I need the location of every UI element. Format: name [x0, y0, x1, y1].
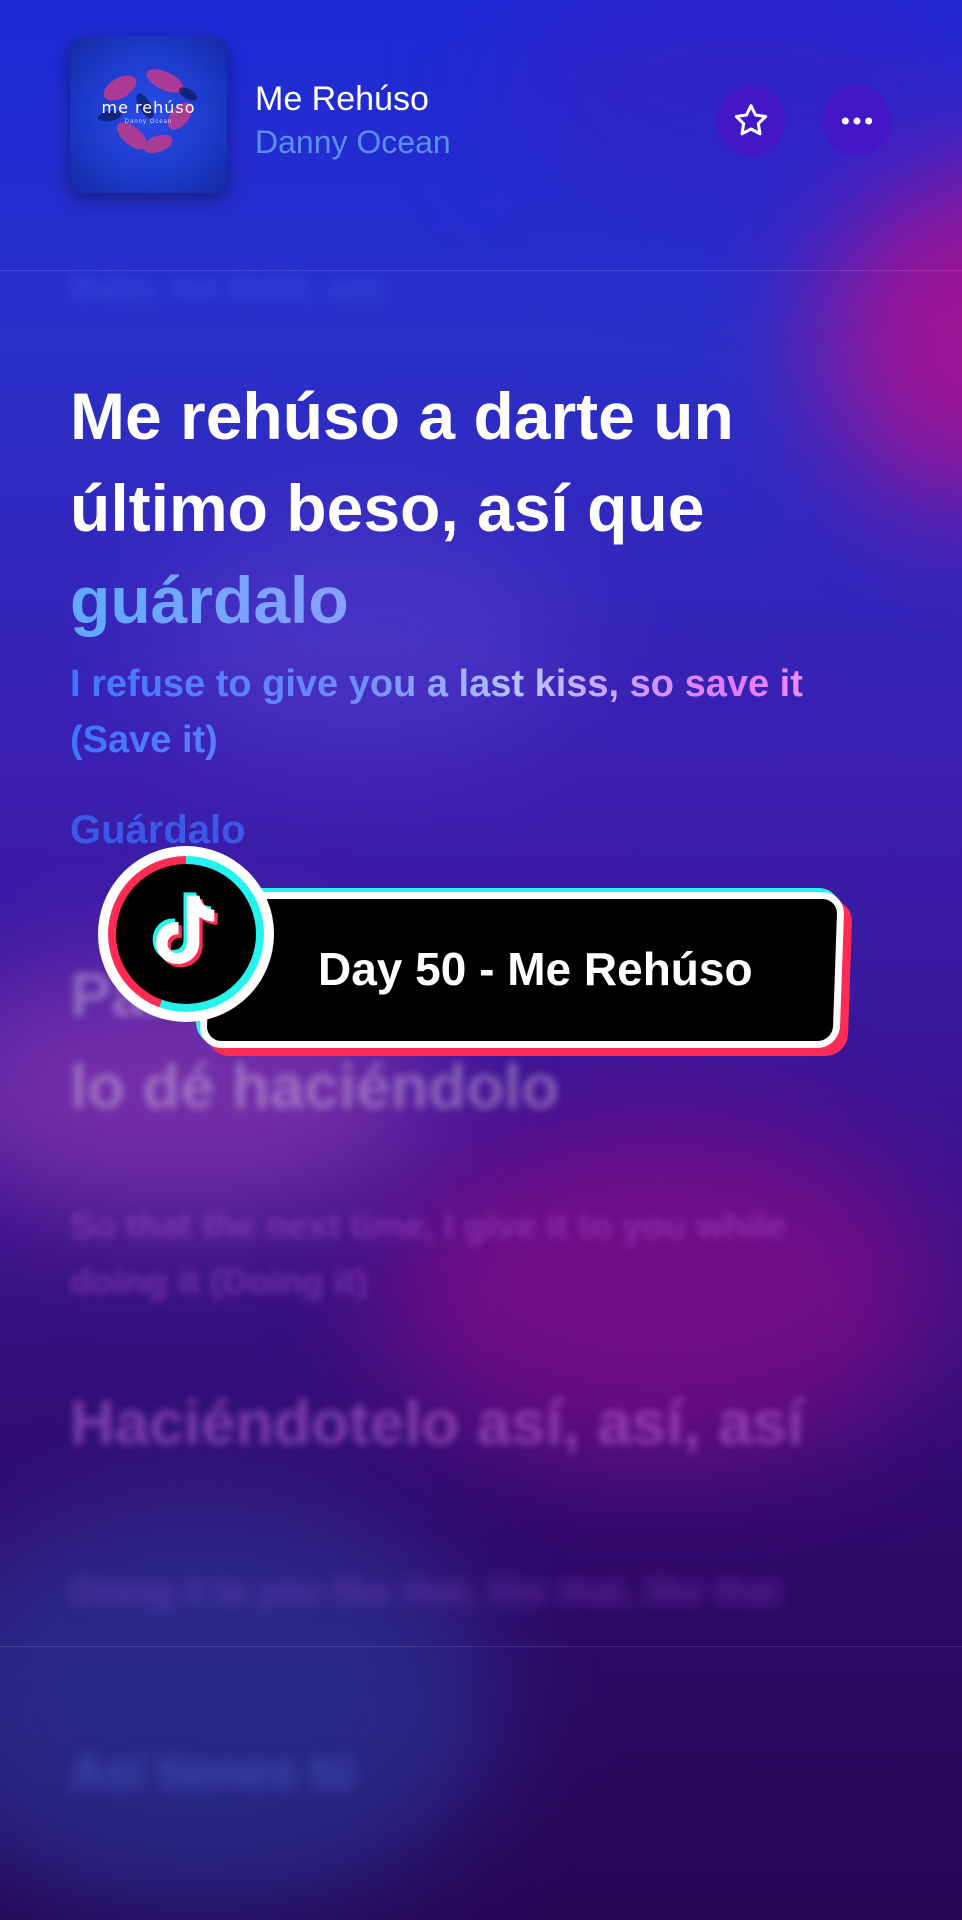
now-playing-header: me rehúso Danny Ocean Me Rehúso Danny Oc… [0, 0, 962, 270]
tiktok-badge [98, 846, 274, 1022]
upcoming-translation-1: So that the next time, I give it to you … [70, 1205, 787, 1302]
favorite-button[interactable] [716, 86, 786, 156]
current-lyric-translation: I refuse to give you a last kiss, so sav… [70, 656, 890, 768]
current-lyric-line[interactable]: Me rehúso a darte un último beso, así qu… [70, 370, 890, 646]
tiktok-day-banner: Day 50 - Me Rehúso [98, 846, 868, 1080]
divider-bottom [0, 1646, 962, 1647]
tiktok-logo-icon [152, 892, 218, 968]
artist-name[interactable]: Danny Ocean [255, 124, 451, 161]
upcoming-lyric-3[interactable]: Así tienes tú [70, 1745, 355, 1800]
upcoming-translation-2: Doing it to you like that, like that, li… [70, 1570, 781, 1611]
current-lyric-highlight: guárdalo [70, 563, 349, 637]
banner-label: Day 50 - Me Rehúso [318, 943, 753, 995]
ellipsis-icon [841, 117, 873, 125]
upcoming-lyric-2[interactable]: Haciéndotelo así, así, así [70, 1378, 890, 1470]
album-art-title: me rehúso [101, 98, 196, 117]
song-title[interactable]: Me Rehúso [255, 80, 429, 119]
previous-lyric-line[interactable]: Baby, me dolió, ayy [70, 268, 385, 307]
star-icon [734, 104, 768, 136]
album-art-subtitle: Danny Ocean [124, 119, 173, 125]
album-art[interactable]: me rehúso Danny Ocean [70, 36, 227, 193]
current-lyric-sung: Me rehúso a darte un último beso, así qu… [70, 379, 734, 545]
more-options-button[interactable] [822, 86, 892, 156]
